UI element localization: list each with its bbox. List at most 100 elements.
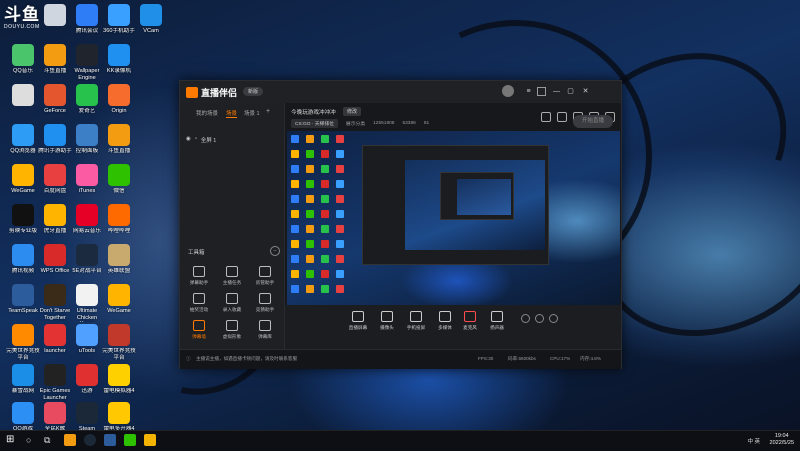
clock[interactable]: 19:04 2022/5/25 <box>770 433 794 447</box>
room-id: 12551808 <box>373 121 395 126</box>
wechat-taskbar-icon[interactable] <box>124 434 136 446</box>
desktop-icon[interactable]: QQ游戏 <box>5 400 41 430</box>
preview-mini-icon <box>336 180 344 188</box>
collapse-icon[interactable]: – <box>270 246 280 256</box>
tab-scene-1[interactable]: 场景 1 <box>244 109 260 117</box>
netdisk-icon <box>44 164 66 186</box>
app-taskbar-icon[interactable] <box>104 434 116 446</box>
phone-mirror-button[interactable]: 手机投屏 <box>405 311 427 331</box>
utools-icon <box>76 324 98 346</box>
bilibili-icon <box>108 204 130 226</box>
share-icon[interactable] <box>541 112 551 122</box>
preview-mini-icon <box>306 195 314 203</box>
dont-starve-icon <box>44 284 66 306</box>
tool-item[interactable]: 弹幕墙 <box>184 320 214 344</box>
preview-mini-icon <box>291 150 299 158</box>
media-button[interactable]: 多媒体 <box>434 311 456 331</box>
tool-item[interactable]: 虚拟形象 <box>217 320 247 344</box>
5e-icon <box>76 244 98 266</box>
douyu-taskbar-icon[interactable] <box>64 434 76 446</box>
avatar[interactable] <box>502 85 514 97</box>
close-icon[interactable]: ✕ <box>581 87 590 96</box>
volume-slider-icon[interactable] <box>521 314 530 323</box>
live-companion-window[interactable]: 直播伴侣 新版 ≡ — ▢ ✕ 我的场景 场景 场景 1 + ◉ ▫ 全屏 1 … <box>179 80 622 369</box>
search-icon[interactable]: ○ <box>26 434 38 446</box>
title-bar[interactable]: 直播伴侣 新版 ≡ — ▢ ✕ <box>180 81 621 103</box>
desktop-icon-label: iTunes <box>78 188 96 194</box>
desktop-icon-label: 百度网盘 <box>43 188 67 194</box>
tool-label: 房管助手 <box>255 280 275 285</box>
desktop-icon[interactable]: 全民K歌 <box>37 400 73 430</box>
tab-my-scenes[interactable]: 我的场景 <box>196 109 218 117</box>
tool-item[interactable]: 弹幕库 <box>250 320 280 344</box>
tool-label: 虚拟形象 <box>222 334 242 339</box>
eye-icon[interactable]: ◉ <box>186 136 191 144</box>
tool-item[interactable]: 竞猜助手 <box>250 293 280 317</box>
category-selector[interactable]: CS:GO · 天梯排位 <box>291 119 338 128</box>
tool-item[interactable]: 房管助手 <box>250 266 280 290</box>
copy-icon[interactable] <box>557 112 567 122</box>
tool-item[interactable]: 录入收藏 <box>217 293 247 317</box>
desktop-icon-label: KK录像机 <box>106 68 132 74</box>
preview-mini-icon <box>306 150 314 158</box>
tool-item[interactable]: 抽奖活动 <box>184 293 214 317</box>
steam-taskbar-icon[interactable] <box>84 434 96 446</box>
tool-icon <box>259 293 271 304</box>
app-name: 直播伴侣 <box>201 88 238 98</box>
tray-language[interactable]: 中 英 <box>747 437 760 445</box>
settings-icon[interactable] <box>549 314 558 323</box>
preview-mini-icon <box>321 150 329 158</box>
preview-mini-icon <box>336 285 344 293</box>
tab-scene[interactable]: 场景 <box>226 109 238 118</box>
scene-source-item[interactable]: ◉ ▫ 全屏 1 <box>186 136 216 144</box>
tool-icon <box>226 293 238 304</box>
phone-mirror-label: 手机投屏 <box>406 325 426 330</box>
tool-item[interactable]: 主播任务 <box>217 266 247 290</box>
preview-mini-icon <box>336 270 344 278</box>
task-view-icon[interactable]: ⧉ <box>44 434 56 446</box>
desktop-icon-label: uTools <box>78 348 96 354</box>
desktop-icon-label: Wallpaper Engine <box>74 68 100 81</box>
capcut-icon <box>12 204 34 226</box>
menu-icon[interactable]: ≡ <box>524 87 533 96</box>
status-bitrate: 码率:6600kbs <box>508 356 536 361</box>
edit-title-button[interactable]: 修改 <box>343 107 362 116</box>
speaker-button[interactable]: 扬声器 <box>486 311 508 331</box>
desktop-icon[interactable]: 雷电多开器4 <box>101 400 137 430</box>
stream-preview[interactable] <box>287 131 620 305</box>
media-icon <box>439 311 451 322</box>
battlenet-icon <box>12 364 34 386</box>
camera-button[interactable]: 摄像头 <box>376 311 398 331</box>
wechat-icon <box>108 164 130 186</box>
folder-taskbar-icon[interactable] <box>144 434 156 446</box>
preview-mini-icon <box>321 240 329 248</box>
microphone-button[interactable]: 麦克风 <box>459 311 481 331</box>
desktop-icon-label: 微信 <box>113 188 125 194</box>
preview-mini-icon <box>306 255 314 263</box>
maximize-icon[interactable]: ▢ <box>566 87 575 96</box>
preview-mini-icon <box>291 255 299 263</box>
desktop-icon[interactable]: VCam <box>133 2 169 50</box>
wegame2-icon <box>108 284 130 306</box>
minimize-icon[interactable]: — <box>552 87 561 96</box>
start-icon[interactable]: ⊞ <box>6 434 18 446</box>
preview-mini-icon <box>291 285 299 293</box>
taskbar: ⊞ ○ ⧉ 中 英 19:04 2022/5/25 <box>0 430 800 451</box>
screen-capture-button[interactable]: 直播屏幕 <box>347 311 369 331</box>
itunes-icon <box>76 164 98 186</box>
desktop-icon-label: 完美世界竞技平台 <box>102 348 136 361</box>
preview-mini-icon <box>291 135 299 143</box>
tool-item[interactable]: 弹幕助手 <box>184 266 214 290</box>
desktop-icon-label: WeGame <box>107 308 131 314</box>
qq-game-icon <box>12 402 34 424</box>
huya-icon <box>44 204 66 226</box>
lock-icon[interactable]: ▫ <box>195 136 197 144</box>
version-badge[interactable]: 新版 <box>243 87 264 96</box>
preview-mini-icon <box>336 135 344 143</box>
tool-label: 弹幕墙 <box>192 334 206 339</box>
desktop-icon[interactable]: Steam <box>69 400 105 430</box>
window-mode-icon[interactable] <box>537 87 546 96</box>
eye-icon[interactable] <box>535 314 544 323</box>
go-live-button[interactable]: 开始直播 <box>573 115 613 128</box>
add-scene-icon[interactable]: + <box>266 108 270 115</box>
